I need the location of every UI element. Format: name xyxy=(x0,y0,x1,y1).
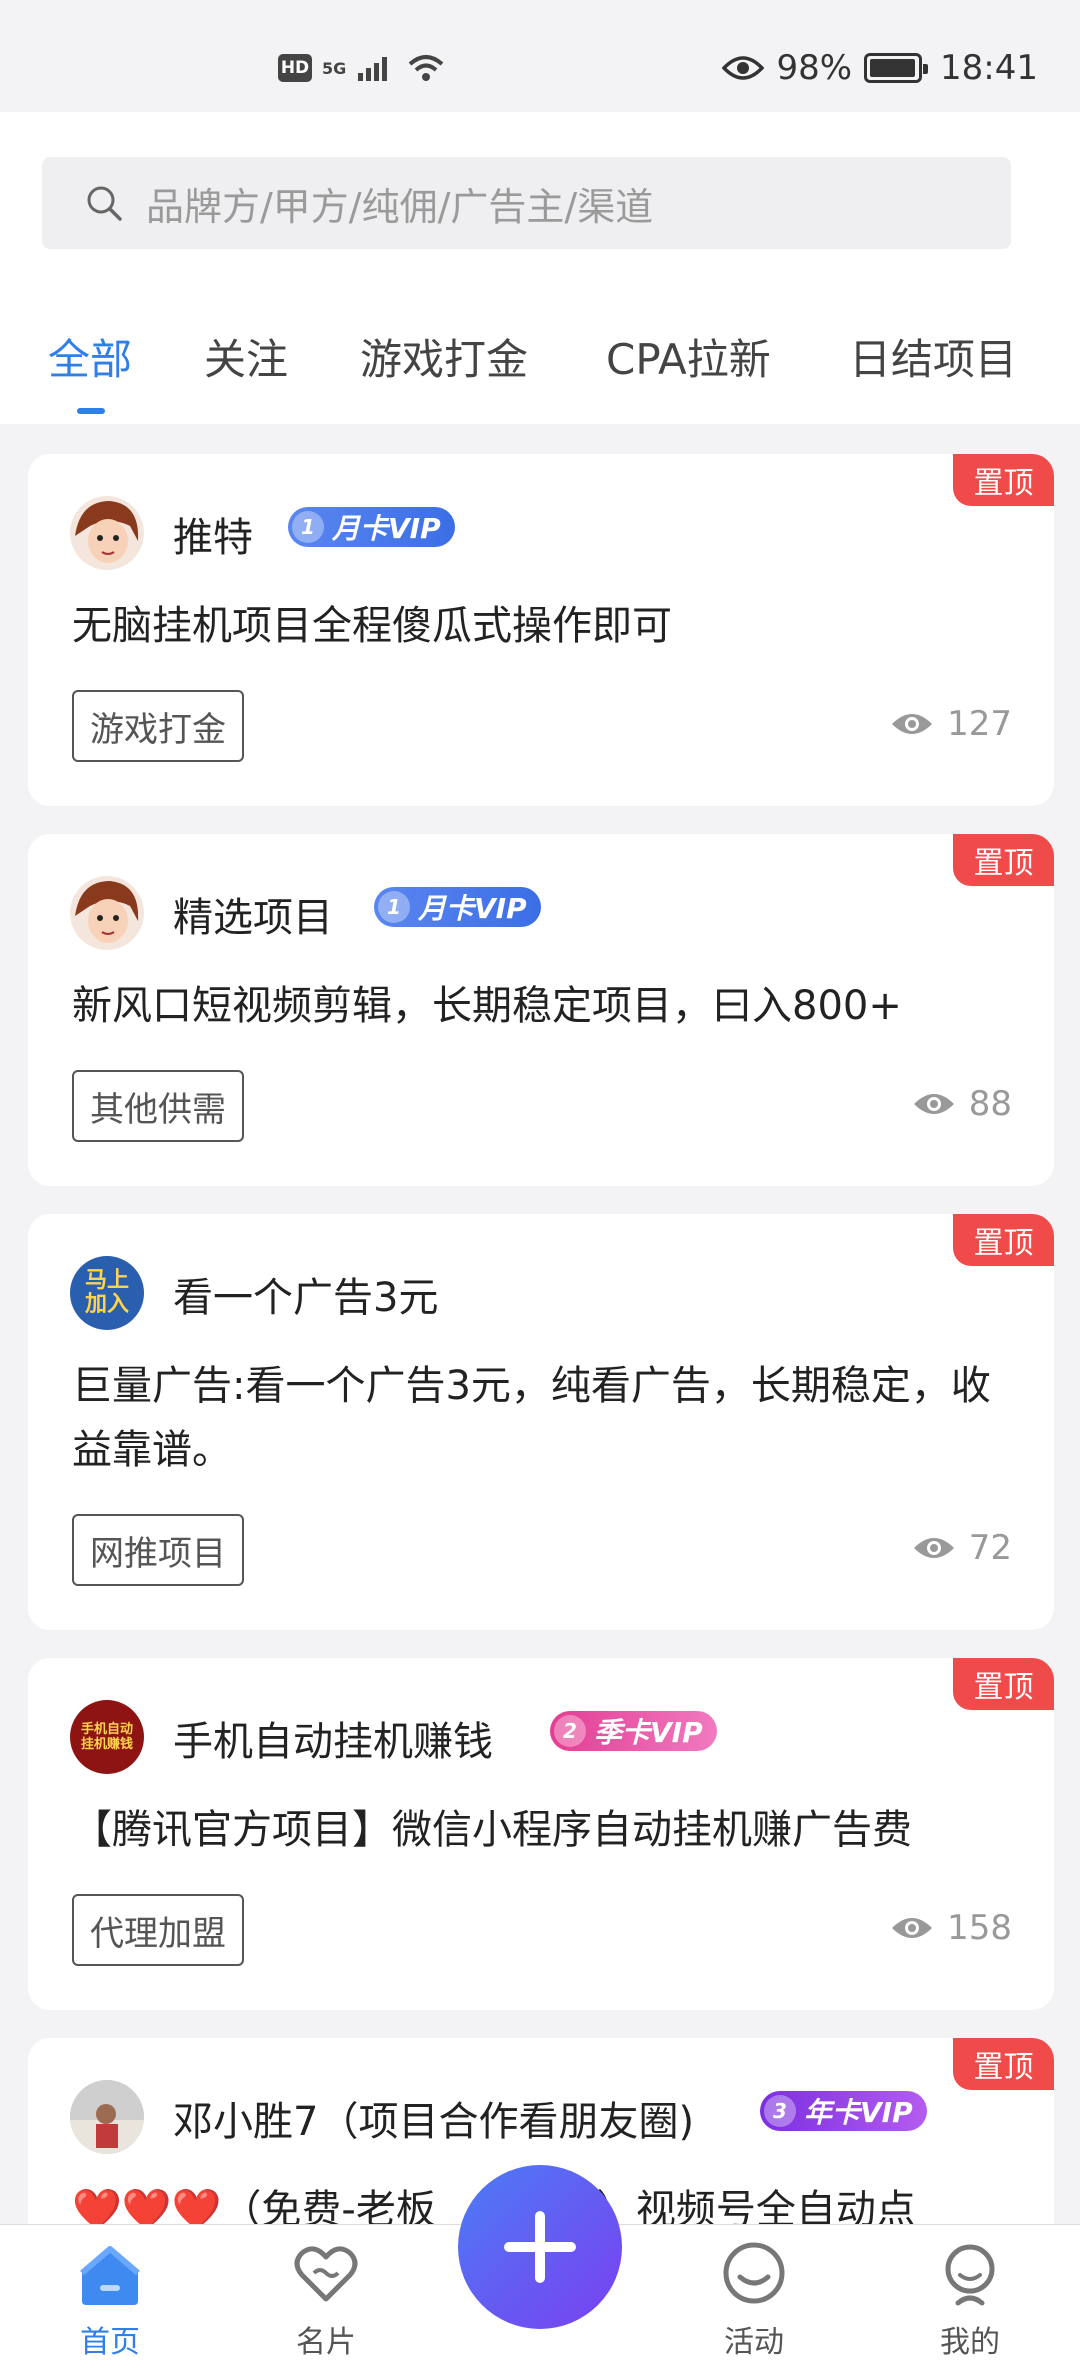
pin-badge: 置顶 xyxy=(953,1658,1054,1710)
post-title: 巨量广告:看一个广告3元，纯看广告，长期稳定，收益靠谱。 xyxy=(72,1363,991,1473)
nav-home[interactable]: 首页 xyxy=(50,2239,170,2361)
tab-game-gold[interactable]: 游戏打金 xyxy=(360,326,528,387)
signal-icon xyxy=(358,57,388,81)
wifi-icon xyxy=(408,55,444,81)
plus-icon xyxy=(504,2211,576,2283)
nav-profile[interactable]: 我的 xyxy=(910,2239,1030,2361)
home-icon xyxy=(80,2246,140,2305)
search-input[interactable]: 品牌方/甲方/纯佣/广告主/渠道 xyxy=(42,157,1011,249)
post-title: 新风口短视频剪辑，长期稳定项目，曰入800+ xyxy=(72,983,902,1029)
avatar xyxy=(70,496,144,570)
eye-icon xyxy=(892,1918,933,1938)
post-card[interactable]: 置顶 精选项目 1 月卡VIP 新风口短视频剪辑，长期稳定项目，曰入800+ 其… xyxy=(28,834,1054,1186)
vip-level-icon: 3 xyxy=(764,2095,796,2127)
view-count: 88 xyxy=(913,1084,1012,1124)
vip-level-icon: 1 xyxy=(378,891,410,923)
vip-badge: 1 月卡VIP xyxy=(288,507,455,547)
eye-icon xyxy=(913,1538,954,1558)
author-name[interactable]: 精选项目 xyxy=(173,885,333,943)
battery-icon xyxy=(864,53,929,83)
add-post-button[interactable] xyxy=(458,2165,622,2329)
card-heart-icon xyxy=(294,2246,358,2302)
vip-badge: 3 年卡VIP xyxy=(760,2091,927,2131)
pin-badge: 置顶 xyxy=(953,2038,1054,2090)
battery-percent: 98% xyxy=(776,48,853,88)
post-tag[interactable]: 游戏打金 xyxy=(72,690,244,762)
category-tabs: 全部 关注 游戏打金 CPA拉新 日结项目 xyxy=(0,326,1080,424)
tab-follow[interactable]: 关注 xyxy=(204,326,288,387)
view-count: 127 xyxy=(891,704,1012,744)
activity-chat-icon xyxy=(723,2242,785,2304)
pin-badge: 置顶 xyxy=(953,1214,1054,1266)
vip-badge: 2 季卡VIP xyxy=(550,1711,717,1751)
active-tab-indicator xyxy=(77,408,105,414)
view-count: 158 xyxy=(891,1908,1012,1948)
avatar: 手机自动挂机赚钱 xyxy=(70,1700,144,1774)
tab-cpa[interactable]: CPA拉新 xyxy=(606,326,771,387)
network-label: 5G xyxy=(322,58,347,78)
avatar xyxy=(70,2080,144,2154)
tab-all[interactable]: 全部 xyxy=(48,326,132,387)
search-icon xyxy=(87,186,122,221)
author-name[interactable]: 手机自动挂机赚钱 xyxy=(173,1709,493,1767)
author-name[interactable]: 邓小胜7（项目合作看朋友圈) xyxy=(173,2089,694,2147)
post-tag[interactable]: 网推项目 xyxy=(72,1514,244,1586)
post-card[interactable]: 置顶 推特 1 月卡VIP 无脑挂机项目全程傻瓜式操作即可 游戏打金 127 xyxy=(28,454,1054,806)
status-bar: HD 5G 98% 18:41 xyxy=(0,0,1080,112)
post-title: 【腾讯官方项目】微信小程序自动挂机赚广告费 xyxy=(72,1807,912,1853)
post-tag[interactable]: 其他供需 xyxy=(72,1070,244,1142)
post-title: 无脑挂机项目全程傻瓜式操作即可 xyxy=(72,603,672,649)
clock: 18:41 xyxy=(940,48,1038,88)
vip-level-icon: 1 xyxy=(292,511,324,543)
pin-badge: 置顶 xyxy=(953,834,1054,886)
tab-daily-settlement[interactable]: 日结项目 xyxy=(849,326,1017,387)
author-name[interactable]: 推特 xyxy=(173,505,253,563)
post-card[interactable]: 置顶 手机自动挂机赚钱 手机自动挂机赚钱 2 季卡VIP 【腾讯官方项目】微信小… xyxy=(28,1658,1054,2010)
nav-activity[interactable]: 活动 xyxy=(694,2239,814,2361)
eye-icon xyxy=(892,714,933,734)
vip-badge: 1 月卡VIP xyxy=(374,887,541,927)
header: 品牌方/甲方/纯佣/广告主/渠道 全部 关注 游戏打金 CPA拉新 日结项目 xyxy=(0,112,1080,424)
author-name[interactable]: 看一个广告3元 xyxy=(173,1265,438,1323)
post-tag[interactable]: 代理加盟 xyxy=(72,1894,244,1966)
nav-card[interactable]: 名片 xyxy=(266,2239,386,2361)
view-count: 72 xyxy=(913,1528,1012,1568)
search-placeholder: 品牌方/甲方/纯佣/广告主/渠道 xyxy=(146,184,654,229)
post-card[interactable]: 置顶 马上加入 看一个广告3元 巨量广告:看一个广告3元，纯看广告，长期稳定，收… xyxy=(28,1214,1054,1630)
pin-badge: 置顶 xyxy=(953,454,1054,506)
hd-icon: HD xyxy=(278,54,312,82)
eye-comfort-icon xyxy=(722,56,765,80)
vip-level-icon: 2 xyxy=(554,1715,586,1747)
avatar: 马上加入 xyxy=(70,1256,144,1330)
profile-icon xyxy=(945,2244,995,2306)
eye-icon xyxy=(913,1094,954,1114)
avatar xyxy=(70,876,144,950)
